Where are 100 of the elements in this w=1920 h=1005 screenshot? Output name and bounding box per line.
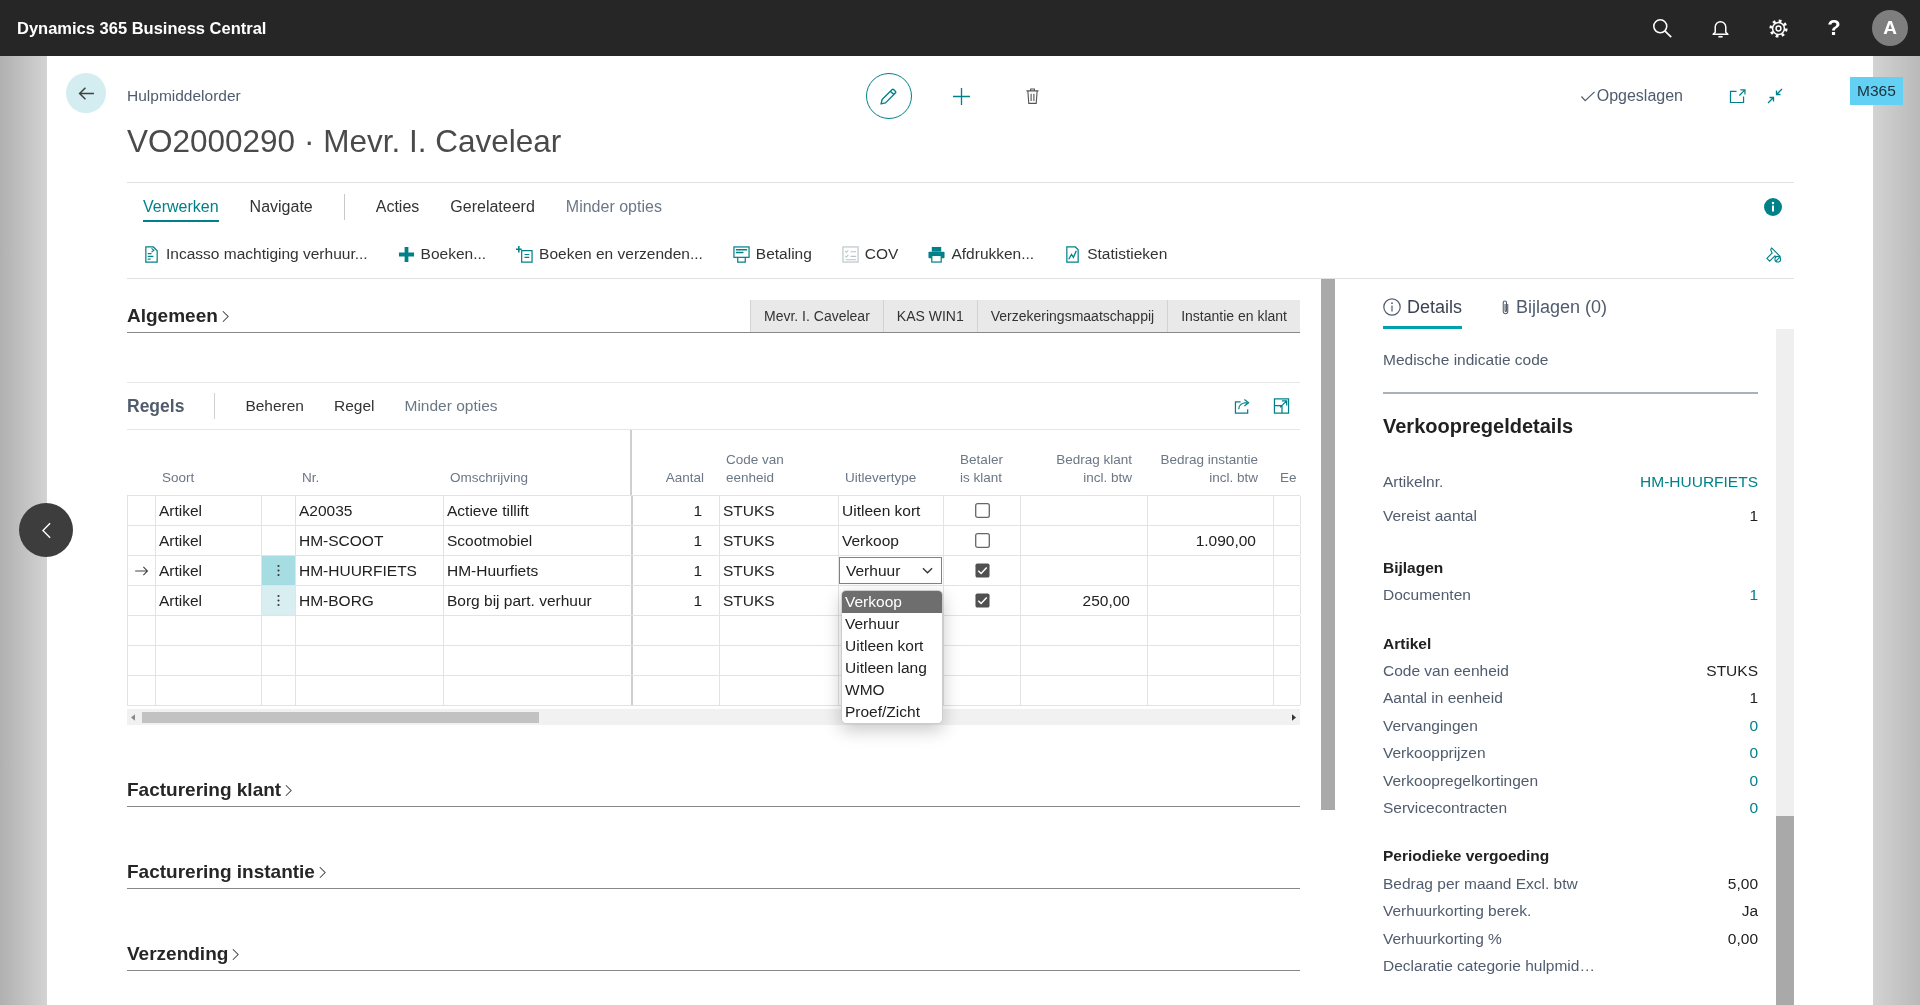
action-button[interactable]: Betaling [732,245,812,263]
scroll-right-icon[interactable] [1292,713,1296,721]
action-tab[interactable]: Navigate [249,191,313,222]
dropdown-option[interactable]: Verkoop [842,591,942,613]
save-status: Opgeslagen [1596,87,1683,105]
action-button[interactable]: Boeken en verzenden... [516,245,703,263]
dropdown-option[interactable]: Uitleen kort [842,635,942,657]
field-link[interactable]: 0 [1749,716,1758,735]
checkbox[interactable] [974,593,990,608]
select-field[interactable]: Verhuur [839,557,942,584]
expand-icon[interactable] [1273,398,1290,414]
section-toggle[interactable]: Verzending [127,943,240,965]
field-link[interactable]: 1 [1749,586,1758,605]
action-button[interactable]: Boeken... [397,245,487,263]
table-cell: Actieve tillift [444,496,633,525]
plus-icon[interactable] [952,87,970,105]
document-plus-icon [516,245,534,263]
table-cell: HM-SCOOT [296,526,444,555]
pin-icon[interactable] [1765,245,1782,263]
field-value: 0,00 [1727,929,1758,948]
action-tab[interactable]: Gerelateerd [450,191,535,222]
section-toggle[interactable]: Algemeen [127,305,229,327]
back-button[interactable] [66,73,106,113]
three-dots-icon [277,564,280,577]
dropdown-option[interactable]: Proef/Zicht [842,701,942,723]
avatar-button[interactable]: A [1872,10,1908,46]
environment-badge: M365 [1850,77,1903,105]
group-heading: Bijlagen [1383,557,1445,578]
checkbox[interactable] [974,503,990,518]
table-cell: STUKS [720,496,839,525]
section-toggle[interactable]: Facturering klant [127,779,293,801]
table-cell: 1 [633,556,720,585]
field-label: Vereist aantal [1383,507,1477,525]
action-button[interactable]: Statistieken [1064,245,1168,263]
field-link[interactable]: 0 [1749,744,1758,763]
three-dots-icon [277,594,280,607]
subpage-title: Regels [127,395,185,417]
table-cell: 1 [633,496,720,525]
action-button[interactable]: Afdrukken... [928,245,1035,263]
info-icon[interactable] [1764,197,1782,216]
app-title: Dynamics 365 Business Central [17,18,267,38]
table-cell: Artikel [156,526,262,555]
dropdown-option[interactable]: Verhuur [842,613,942,635]
plus-icon [397,245,415,263]
table-cell: 250,00 [1021,586,1148,615]
search-icon[interactable] [1653,18,1672,38]
info-chip: KAS WIN1 [882,300,977,332]
section-toggle[interactable]: Facturering instantie [127,861,326,883]
field-value: Ja [1741,902,1758,921]
open-in-new-window-icon[interactable] [1729,89,1746,103]
dropdown-option[interactable]: WMO [842,679,942,701]
nav-button[interactable] [19,503,73,557]
help-button[interactable]: ? [1827,16,1841,40]
action-button[interactable]: COV [841,245,899,263]
scrollbar-thumb[interactable] [1321,279,1335,810]
trash-icon[interactable] [1025,88,1039,104]
action-button[interactable]: Incasso machtiging verhuur... [143,245,368,263]
field-label: Medische indicatie code [1383,350,1550,370]
group-heading: Artikel [1383,633,1433,654]
table-cell: HM-HUURFIETS [296,556,444,585]
checklist-icon [841,245,859,263]
settings-icon[interactable] [1769,18,1788,38]
dropdown-option[interactable]: Uitleen lang [842,657,942,679]
factbox-tab[interactable]: Bijlagen (0) [1501,294,1608,329]
field-value: STUKS [1706,662,1758,681]
field-link[interactable]: 0 [1749,771,1758,790]
factbox-tab[interactable]: Details [1383,294,1463,329]
collapse-icon[interactable] [1767,88,1783,104]
breadcrumb[interactable]: Hulpmiddelorder [127,87,241,105]
share-icon[interactable] [1234,398,1251,414]
field-link[interactable]: 0 [1749,799,1758,818]
field-label: Verkoopprijzen [1383,744,1486,763]
less-options-link[interactable]: Minder opties [404,397,498,415]
scrollbar-track[interactable] [1776,329,1794,1005]
table-cell: STUKS [720,586,839,615]
field-label: Aantal in eenheid [1383,689,1503,708]
action-tab[interactable]: Verwerken [143,191,219,222]
checkbox[interactable] [974,533,990,548]
column-header: Nr. [302,469,320,487]
menu-tab[interactable]: Beheren [245,397,304,415]
scrollbar-thumb[interactable] [1776,816,1794,1005]
menu-tab[interactable]: Regel [334,397,375,415]
table-cell: HM-Huurfiets [444,556,633,585]
table-cell: Borg bij part. verhuur [444,586,633,615]
field-value: 1 [1749,689,1758,708]
page-title: VO2000290 · Mevr. I. Cavelear [127,122,563,161]
chart-document-icon [1064,245,1082,263]
checkmark-icon [1580,90,1595,102]
less-options-link[interactable]: Minder opties [565,191,662,222]
table-cell: Verkoop [842,531,899,550]
scroll-left-icon[interactable] [131,713,135,721]
scrollbar-thumb[interactable] [142,711,539,723]
paperclip-icon [1501,298,1511,316]
bell-icon[interactable] [1711,18,1730,38]
checkbox[interactable] [974,563,990,578]
action-tab[interactable]: Acties [375,191,420,222]
table-cell: 1 [633,586,720,615]
table-cell: 1 [633,526,720,555]
factbox-title: Verkoopregeldetails [1383,414,1575,438]
field-link[interactable]: HM-HUURFIETS [1640,473,1758,491]
